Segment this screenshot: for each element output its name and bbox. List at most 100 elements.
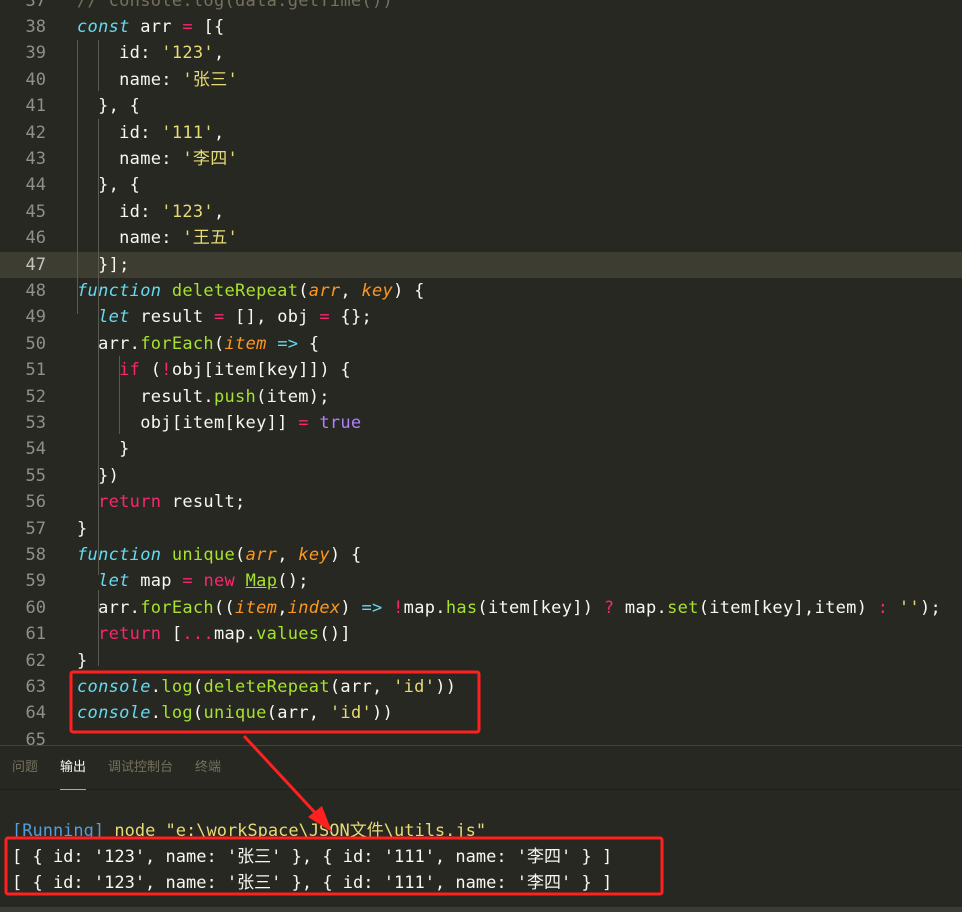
code-token: }, { — [77, 96, 141, 117]
code-line[interactable]: 39 id: '123', — [0, 40, 962, 66]
code-line[interactable]: 42 id: '111', — [0, 120, 962, 146]
code-token: values — [256, 624, 320, 645]
code-line[interactable]: 64 console.log(unique(arr, 'id')) — [0, 700, 962, 726]
code-token: arr — [308, 280, 341, 301]
code-line[interactable]: 38 const arr = [{ — [0, 14, 962, 40]
line-number: 37 — [25, 0, 46, 11]
code-token: function — [77, 280, 162, 301]
code-line[interactable]: 48 function deleteRepeat(arr, key) { — [0, 278, 962, 304]
code-token: ? — [603, 597, 615, 618]
code-token: [{ — [192, 16, 225, 37]
tab-terminal[interactable]: 终端 — [195, 746, 221, 790]
horizontal-scrollbar[interactable] — [0, 907, 962, 912]
code-token: , — [213, 122, 225, 143]
code-token: => — [277, 333, 299, 354]
code-line[interactable]: 55 }) — [0, 463, 962, 489]
line-number: 47 — [25, 254, 46, 275]
code-token: item — [224, 333, 267, 354]
code-line[interactable]: 41 }, { — [0, 93, 962, 119]
code-line[interactable]: 57} — [0, 516, 962, 542]
code-line[interactable]: 45 id: '123', — [0, 199, 962, 225]
code-token: , — [277, 597, 288, 618]
line-number: 48 — [25, 280, 46, 301]
code-token: const — [77, 16, 130, 37]
code-token: forEach — [140, 333, 214, 354]
code-text: }, { — [77, 172, 140, 198]
code-token: Map — [245, 571, 278, 592]
code-line[interactable]: 60 arr.forEach((item,index) => !map.has(… — [0, 595, 962, 621]
code-token: obj[item[key]] — [77, 412, 299, 433]
code-line[interactable]: 59 let map = new Map(); — [0, 568, 962, 594]
code-token: deleteRepeat — [171, 280, 299, 301]
code-text: let result = [], obj = {}; — [77, 304, 372, 330]
code-line[interactable]: 54 } — [0, 436, 962, 462]
code-token: = — [298, 412, 309, 433]
indent-guide — [98, 40, 99, 91]
code-token: }]; — [77, 254, 130, 275]
code-line[interactable]: 47 }]; — [0, 251, 962, 278]
code-editor[interactable]: 37 // console.log(data.getTime()) 38 const … — [0, 0, 962, 745]
code-token: '123' — [161, 201, 214, 222]
running-tag: [Running] — [12, 821, 105, 841]
code-line[interactable]: 40 name: '张三' — [0, 67, 962, 93]
code-line[interactable]: 49 let result = [], obj = {}; — [0, 304, 962, 330]
code-token: forEach — [140, 597, 214, 618]
code-token: )) — [435, 676, 457, 697]
tab-debug-console[interactable]: 调试控制台 — [108, 746, 173, 790]
line-number: 39 — [25, 43, 46, 64]
line-number: 65 — [25, 729, 46, 745]
code-line[interactable]: 56 return result; — [0, 489, 962, 515]
code-token: , — [213, 201, 225, 222]
indent-guide — [119, 356, 120, 434]
code-text: } — [77, 648, 88, 674]
code-line[interactable]: 58 function unique(arr, key) { — [0, 542, 962, 568]
code-text: arr.forEach((item,index) => !map.has(ite… — [77, 595, 941, 621]
code-line[interactable]: 52 result.push(item); — [0, 384, 962, 410]
run-command: node "e:\workSpace\JSON文件\utils.js" — [104, 821, 487, 841]
code-text: name: '王五' — [77, 225, 238, 251]
code-token: ) { — [393, 280, 425, 301]
code-line[interactable]: 37 // console.log(data.getTime()) — [0, 0, 962, 14]
code-line[interactable]: 43 name: '李四' — [0, 146, 962, 172]
code-token: (); — [277, 571, 309, 592]
line-number: 52 — [25, 386, 46, 407]
code-text: } — [77, 436, 130, 462]
code-line[interactable]: 61 return [...map.values()] — [0, 621, 962, 647]
tab-output[interactable]: 输出 — [60, 746, 87, 790]
line-number: 64 — [25, 703, 46, 724]
code-token: { — [298, 333, 320, 354]
line-number: 41 — [25, 96, 46, 117]
code-line[interactable]: 65 — [0, 727, 962, 745]
code-token: '' — [898, 597, 920, 618]
code-token: ! — [161, 360, 172, 381]
indent-guide — [98, 198, 99, 250]
code-token: result — [129, 307, 214, 328]
code-text: function unique(arr, key) { — [77, 542, 362, 568]
code-text: return result; — [77, 489, 246, 515]
code-line[interactable]: 46 name: '王五' — [0, 225, 962, 251]
code-token: name: — [77, 148, 183, 169]
tab-problems[interactable]: 问题 — [12, 746, 38, 790]
code-line[interactable]: 63 console.log(deleteRepeat(arr, 'id')) — [0, 674, 962, 700]
code-line[interactable]: 53 obj[item[key]] = true — [0, 410, 962, 436]
panel-tabs: 问题 输出 调试控制台 终端 — [0, 746, 962, 790]
code-token: key — [298, 544, 330, 565]
line-number: 55 — [25, 465, 46, 486]
code-token: = — [182, 16, 193, 37]
code-line[interactable]: 44 }, { — [0, 172, 962, 198]
code-token: id: — [77, 122, 162, 143]
code-token: (arr, — [329, 676, 394, 697]
code-token: ( — [213, 333, 225, 354]
code-line[interactable]: 50 arr.forEach(item => { — [0, 331, 962, 357]
code-token: map — [129, 571, 183, 592]
code-line[interactable]: 62} — [0, 648, 962, 674]
line-number: 45 — [25, 201, 46, 222]
code-text: result.push(item); — [77, 384, 330, 410]
code-text: id: '111', — [77, 120, 225, 146]
code-line[interactable]: 51 if (!obj[item[key]]) { — [0, 357, 962, 383]
